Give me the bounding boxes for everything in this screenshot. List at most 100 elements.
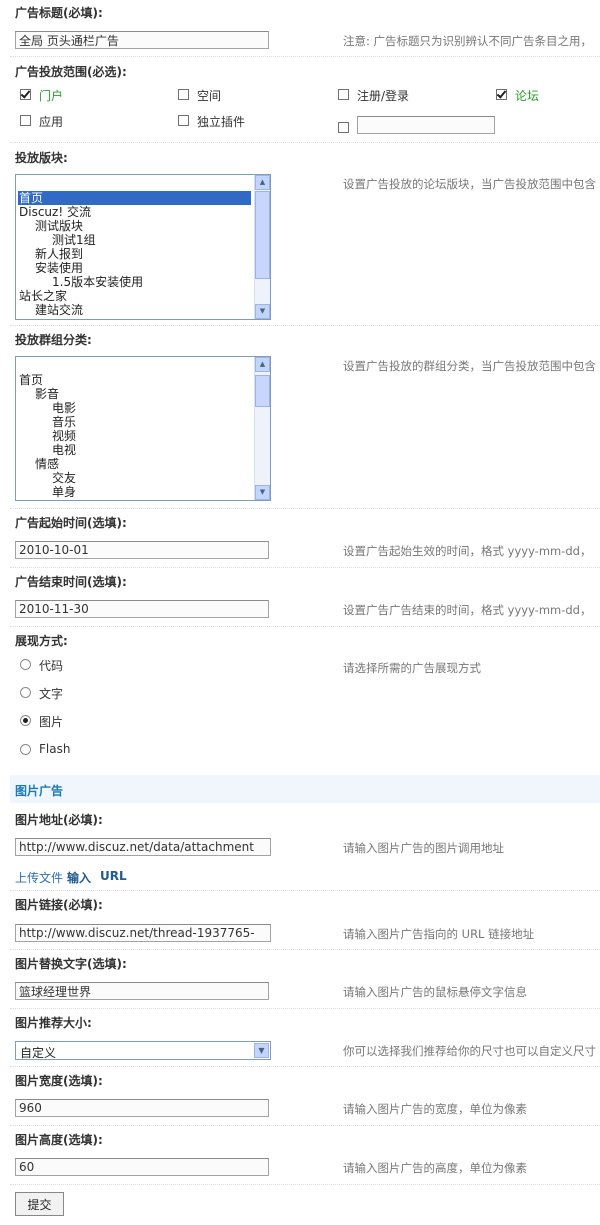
display-text-label: 文字	[39, 687, 64, 701]
list-item[interactable]: 音乐	[52, 415, 76, 429]
scroll-thumb[interactable]	[255, 375, 270, 407]
scope-forum-checkbox[interactable]	[496, 89, 507, 100]
list-item[interactable]: 首页	[18, 191, 251, 205]
scope-portal-label: 门户	[39, 89, 64, 103]
image-url-hint: 请输入图片广告的图片调用地址	[343, 841, 504, 855]
list-item[interactable]: 建站交流	[35, 303, 83, 317]
image-size-hint: 你可以选择我们推荐给你的尺寸也可以自定义尺寸	[343, 1044, 596, 1058]
image-url-input[interactable]	[15, 838, 271, 856]
divider	[10, 325, 600, 326]
scroll-up-icon[interactable]: ▲	[255, 357, 270, 372]
list-item[interactable]: 1.5版本安装使用	[52, 275, 143, 289]
list-item[interactable]: 测试1组	[52, 233, 96, 247]
divider	[10, 1066, 600, 1067]
groups-listbox[interactable]: 首页 影音 电影 音乐 视频 电视 情感 交友 单身 ▲ ▼	[15, 356, 271, 501]
display-label: 展现方式:	[15, 634, 68, 648]
list-item[interactable]: 安装使用	[35, 261, 83, 275]
scroll-down-icon[interactable]: ▼	[255, 304, 270, 319]
image-height-hint: 请输入图片广告的高度，单位为像素	[343, 1161, 527, 1175]
scroll-down-icon[interactable]: ▼	[255, 485, 270, 500]
ad-title-label: 广告标题(必填):	[15, 6, 103, 20]
image-width-hint: 请输入图片广告的宽度，单位为像素	[343, 1102, 527, 1116]
groups-scrollbar[interactable]: ▲ ▼	[254, 357, 270, 500]
image-url-label: 图片地址(必填):	[15, 813, 103, 827]
scope-plugin-checkbox[interactable]	[178, 115, 189, 126]
display-image-radio[interactable]	[20, 715, 31, 726]
start-time-label: 广告起始时间(选填):	[15, 516, 127, 530]
forums-listbox[interactable]: 首页 Discuz! 交流 测试版块 测试1组 新人报到 安装使用 1.5版本安…	[15, 174, 271, 320]
divider	[10, 626, 600, 627]
display-code-label: 代码	[39, 659, 64, 673]
image-size-label: 图片推荐大小:	[15, 1016, 92, 1030]
display-image-label: 图片	[39, 715, 64, 729]
scope-portal-checkbox[interactable]	[20, 89, 31, 100]
list-item[interactable]: Discuz! 交流	[19, 205, 91, 219]
image-width-input[interactable]	[15, 1099, 269, 1117]
list-item[interactable]: 测试版块	[35, 219, 83, 233]
scope-custom-checkbox[interactable]	[338, 122, 349, 133]
image-size-value: 自定义	[20, 1046, 57, 1060]
divider	[10, 890, 600, 891]
image-height-label: 图片高度(选填):	[15, 1133, 103, 1147]
scope-register-checkbox[interactable]	[338, 89, 349, 100]
upload-file-link[interactable]: 上传文件	[15, 869, 63, 886]
image-width-label: 图片宽度(选填):	[15, 1074, 103, 1088]
list-item[interactable]: 站长之家	[19, 289, 67, 303]
image-link-input[interactable]	[15, 924, 271, 942]
ad-title-hint: 注意: 广告标题只为识别辨认不同广告条目之用，	[343, 34, 593, 48]
display-hint: 请选择所需的广告展现方式	[343, 661, 481, 675]
start-time-hint: 设置广告起始生效的时间，格式 yyyy-mm-dd，	[343, 544, 592, 558]
divider	[10, 142, 600, 143]
list-item[interactable]: 单身	[52, 485, 76, 499]
list-item[interactable]: 影音	[35, 387, 59, 401]
end-time-input[interactable]	[15, 600, 269, 618]
scope-label: 广告投放范围(必选):	[15, 65, 127, 79]
divider	[10, 1008, 600, 1009]
forums-label: 投放版块:	[15, 151, 68, 165]
url-link[interactable]: URL	[100, 869, 127, 883]
image-alt-input[interactable]	[15, 982, 269, 1000]
image-link-label: 图片链接(必填):	[15, 898, 103, 912]
image-ad-section-title: 图片广告	[15, 784, 64, 798]
scope-custom-input[interactable]	[357, 116, 495, 134]
list-item[interactable]: 交友	[52, 471, 76, 485]
display-flash-radio[interactable]	[20, 744, 31, 755]
end-time-label: 广告结束时间(选填):	[15, 575, 127, 589]
display-code-radio[interactable]	[20, 659, 31, 670]
end-time-hint: 设置广告广告结束的时间，格式 yyyy-mm-dd，	[343, 603, 592, 617]
scroll-thumb[interactable]	[255, 191, 270, 279]
groups-label: 投放群组分类:	[15, 333, 92, 347]
image-ad-section-header: 图片广告	[10, 775, 600, 803]
image-link-hint: 请输入图片广告指向的 URL 链接地址	[343, 927, 535, 941]
display-text-radio[interactable]	[20, 687, 31, 698]
divider	[10, 567, 600, 568]
list-item[interactable]: 情感	[35, 457, 59, 471]
list-item[interactable]: 电影	[52, 401, 76, 415]
chevron-down-icon[interactable]: ▼	[254, 1043, 269, 1058]
image-alt-hint: 请输入图片广告的鼠标悬停文字信息	[343, 985, 527, 999]
list-item[interactable]: 视频	[52, 429, 76, 443]
scope-forum-label: 论坛	[515, 89, 540, 103]
scope-space-checkbox[interactable]	[178, 89, 189, 100]
divider	[10, 1125, 600, 1126]
ad-title-input[interactable]	[15, 31, 269, 49]
list-item[interactable]: 首页	[19, 373, 43, 387]
display-flash-label: Flash	[39, 742, 71, 756]
scope-app-checkbox[interactable]	[20, 115, 31, 126]
scope-plugin-label: 独立插件	[197, 115, 246, 129]
input-link[interactable]: 输入	[67, 869, 91, 886]
image-height-input[interactable]	[15, 1158, 269, 1176]
groups-hint: 设置广告投放的群组分类，当广告投放范围中包含	[343, 359, 596, 373]
start-time-input[interactable]	[15, 541, 269, 559]
scope-app-label: 应用	[39, 115, 64, 129]
scroll-up-icon[interactable]: ▲	[255, 175, 270, 190]
list-item[interactable]: 新人报到	[35, 247, 83, 261]
forums-hint: 设置广告投放的论坛版块，当广告投放范围中包含	[343, 177, 596, 191]
submit-button[interactable]: 提交	[15, 1192, 64, 1216]
list-item[interactable]: 电视	[52, 443, 76, 457]
image-size-select[interactable]: 自定义 ▼	[15, 1041, 271, 1060]
scope-space-label: 空间	[197, 89, 222, 103]
divider	[10, 56, 600, 57]
divider	[10, 949, 600, 950]
forums-scrollbar[interactable]: ▲ ▼	[254, 175, 270, 319]
